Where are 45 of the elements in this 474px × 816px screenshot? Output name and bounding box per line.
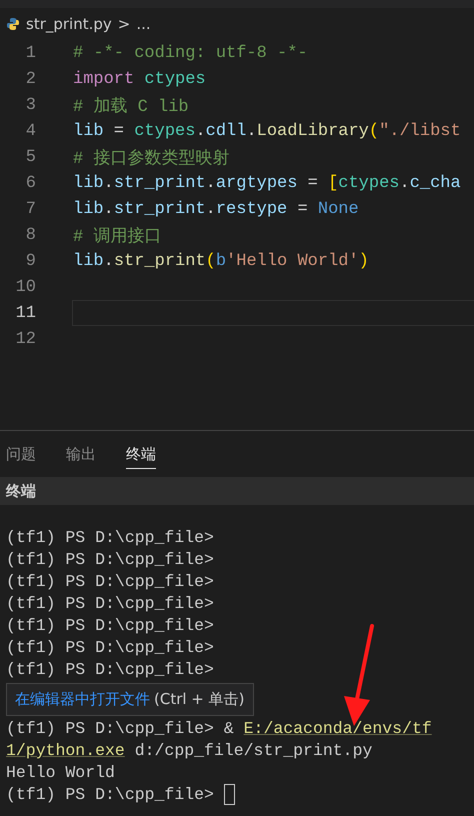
terminal-line: (tf1) PS D:\cpp_file> [6,527,215,549]
line-number: 4 [24,122,36,140]
terminal-command: d:/cpp_file/str_print.py [134,741,372,760]
code-line: import ctypes [72,68,207,90]
line-number: 11 [14,304,36,322]
terminal-command: (tf1) PS D:\cpp_file> & [6,719,235,738]
line-number: 10 [14,278,36,296]
line-number: 8 [24,226,36,244]
terminal-line: (tf1) PS D:\cpp_file> [6,571,215,593]
terminal-cursor [224,784,235,806]
path-link[interactable]: E:/acaconda/envs/tf [244,719,432,738]
terminal-prompt: (tf1) PS D:\cpp_file> [6,785,215,804]
code-line: lib.str_print(b'Hello World') [72,250,370,272]
tooltip-shortcut: (Ctrl + 单击) [154,690,244,709]
terminal-line: (tf1) PS D:\cpp_file> [6,637,215,659]
code-line: # 接口参数类型映射 [72,148,230,170]
line-number: 1 [24,44,36,62]
line-number: 5 [24,148,36,166]
terminal-output: Hello World [6,762,116,784]
terminal-line: (tf1) PS D:\cpp_file> [6,549,215,571]
panel-tab[interactable]: 问题 [6,439,36,469]
terminal-line: (tf1) PS D:\cpp_file> [6,593,215,615]
line-number: 12 [14,330,36,348]
code-line: # 调用接口 [72,226,162,248]
terminal-line: (tf1) PS D:\cpp_file> [6,615,215,637]
panel-tab[interactable]: 终端 [126,439,156,469]
code-line: # -*- coding: utf-8 -*- [72,42,309,64]
code-line: lib = ctypes.cdll.LoadLibrary("./libst [72,120,462,142]
breadcrumb-file[interactable]: str_print.py [26,15,112,33]
panel-header: 终端 [0,477,474,505]
path-link[interactable]: 1/python.exe [6,741,125,760]
tooltip-link[interactable]: 在编辑器中打开文件 [15,690,150,709]
line-number: 6 [24,174,36,192]
terminal-line: (tf1) PS D:\cpp_file> [6,659,215,681]
breadcrumb-separator: > [118,15,130,33]
line-number: 2 [24,70,36,88]
breadcrumb-more[interactable]: ... [136,15,151,33]
code-line: # 加载 C lib [72,96,190,118]
code-line: lib.str_print.restype = None [72,198,360,220]
line-number: 9 [24,252,36,270]
python-file-icon [6,17,20,31]
code-line: lib.str_print.argtypes = [ctypes.c_cha [72,172,462,194]
line-number: 3 [24,96,36,114]
line-number: 7 [24,200,36,218]
panel-tab[interactable]: 输出 [66,439,96,469]
